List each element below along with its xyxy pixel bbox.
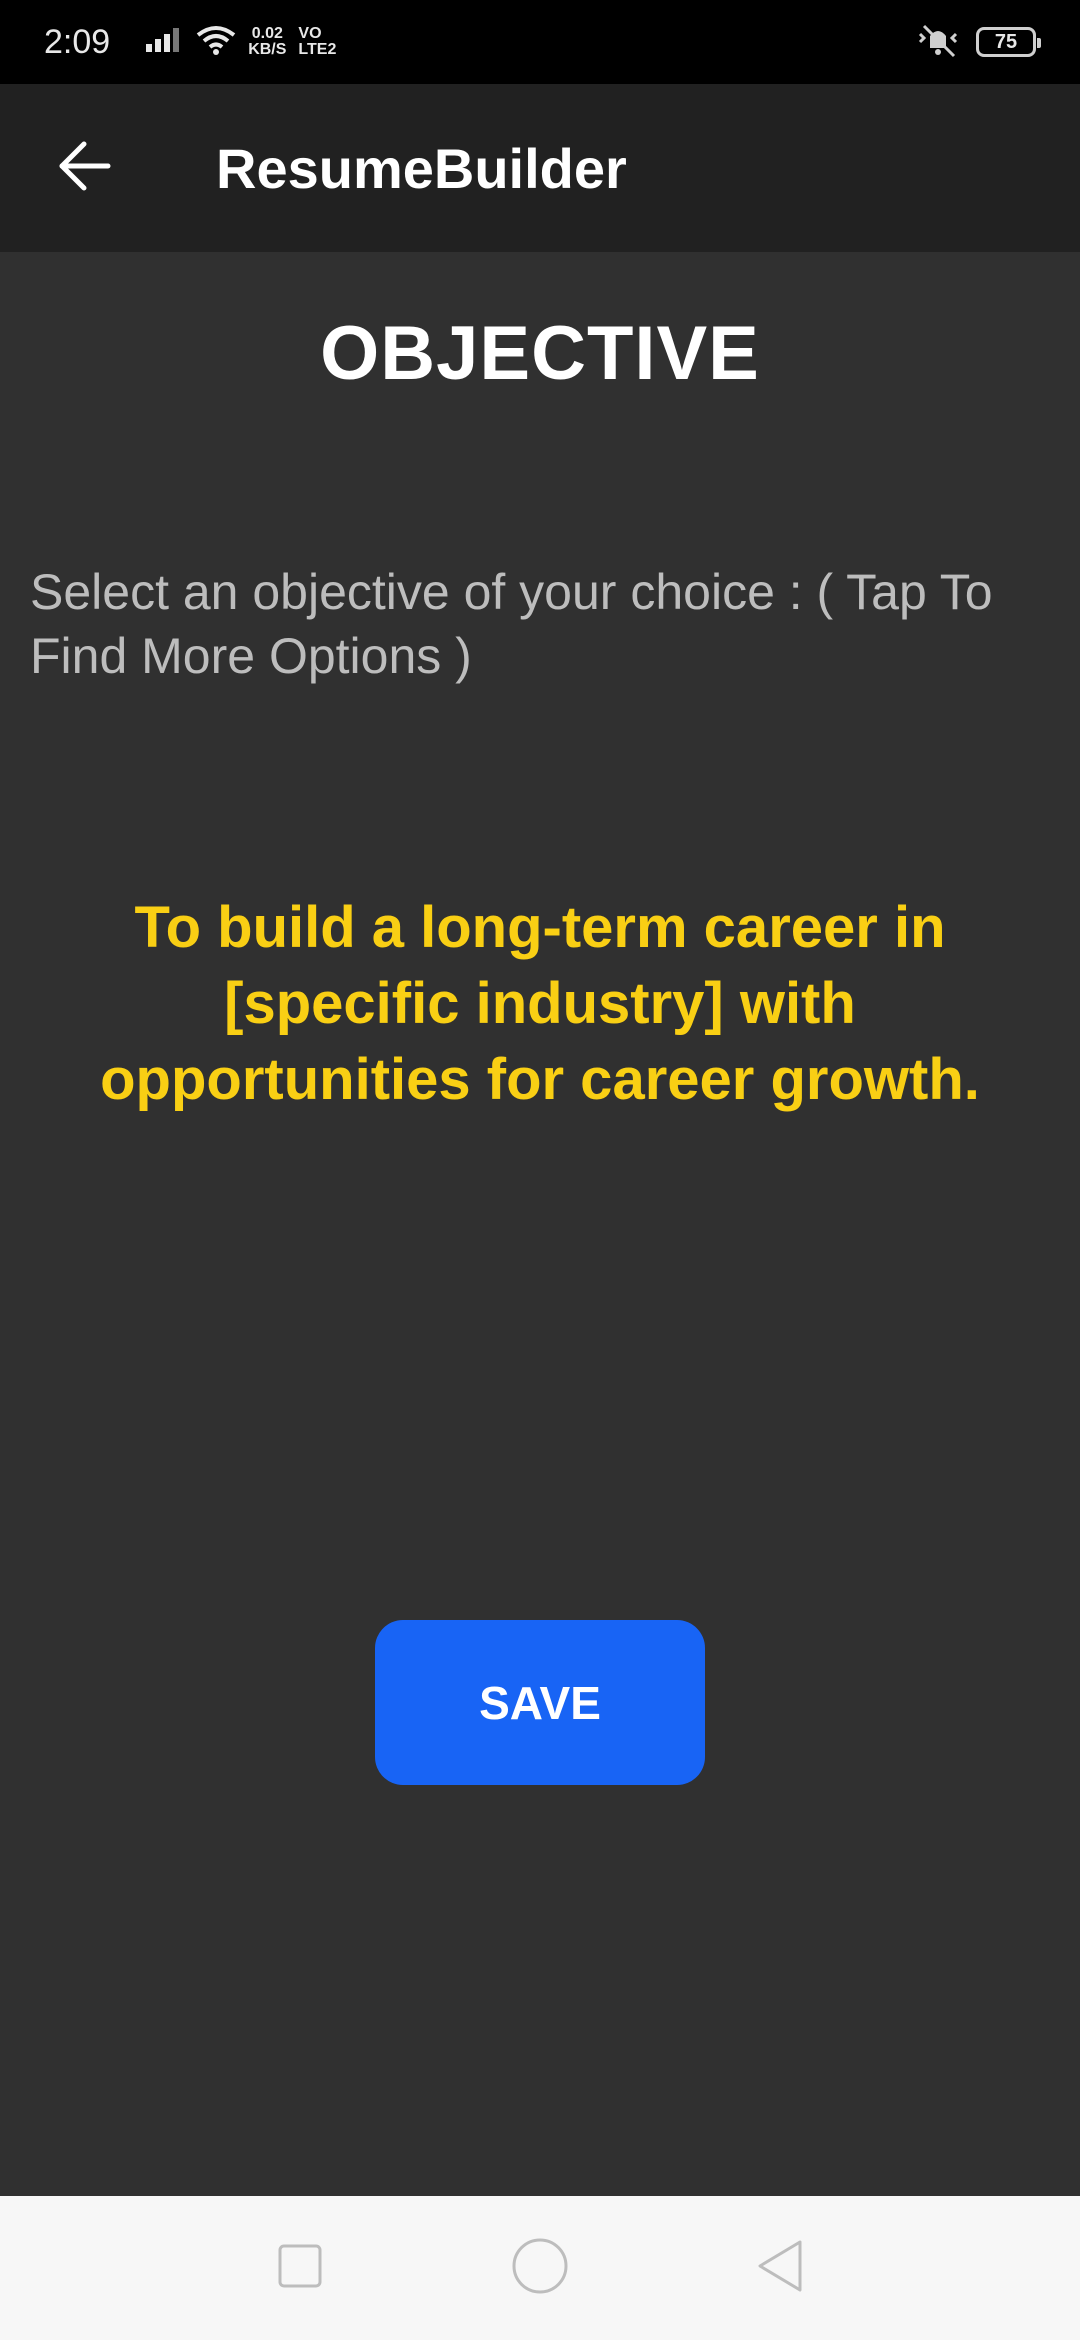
system-nav-bar xyxy=(0,2196,1080,2340)
save-button[interactable]: SAVE xyxy=(375,1620,705,1785)
triangle-back-icon xyxy=(754,2238,806,2299)
battery-indicator: 75 xyxy=(976,27,1041,57)
circle-icon xyxy=(510,2236,570,2301)
status-bar: 2:09 0.02 KB/S VO LTE2 75 xyxy=(0,0,1080,84)
app-bar: ResumeBuilder xyxy=(0,84,1080,252)
app-title: ResumeBuilder xyxy=(216,136,627,200)
recents-button[interactable] xyxy=(250,2218,350,2318)
net-speed-unit: KB/S xyxy=(248,41,287,58)
volte-top: VO xyxy=(298,25,322,42)
wifi-icon xyxy=(196,25,236,60)
objective-option[interactable]: To build a long-term career in [specific… xyxy=(60,890,1020,1118)
back-button[interactable] xyxy=(24,108,144,228)
volte-bottom: LTE2 xyxy=(298,41,337,58)
net-speed-value: 0.02 xyxy=(251,25,283,42)
status-left: 2:09 0.02 KB/S VO LTE2 xyxy=(44,23,336,62)
system-back-button[interactable] xyxy=(730,2218,830,2318)
arrow-left-icon xyxy=(56,138,112,199)
volte-indicator: VO LTE2 xyxy=(298,26,336,58)
instruction-text: Select an objective of your choice : ( T… xyxy=(30,564,993,684)
vibrate-mute-icon xyxy=(916,22,960,63)
status-time: 2:09 xyxy=(44,22,111,61)
net-speed: 0.02 KB/S xyxy=(248,26,286,58)
status-right: 75 xyxy=(916,22,1041,63)
signal-icon xyxy=(144,26,184,59)
page-title: OBJECTIVE xyxy=(320,311,760,396)
home-button[interactable] xyxy=(490,2218,590,2318)
square-icon xyxy=(276,2242,324,2295)
